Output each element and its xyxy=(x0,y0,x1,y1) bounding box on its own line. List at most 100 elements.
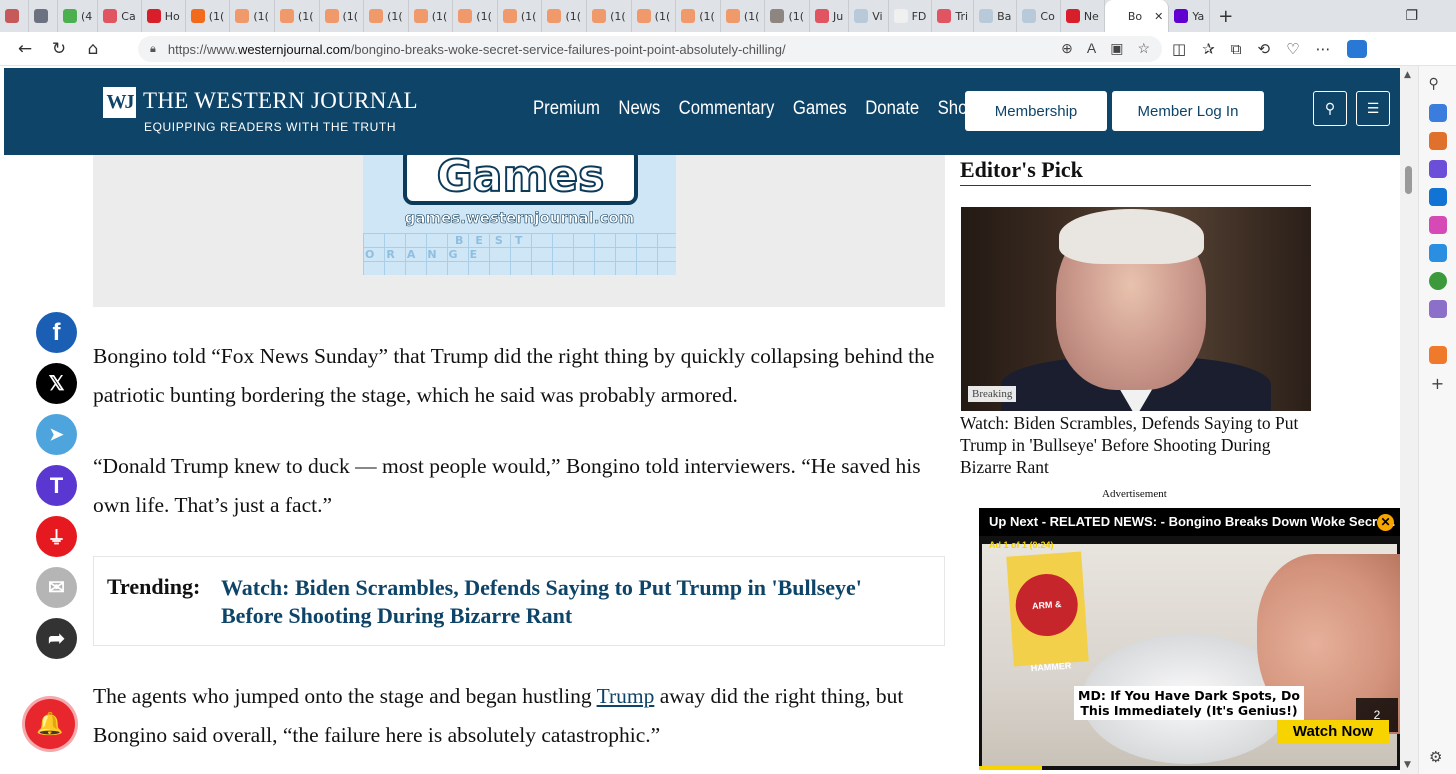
favorite-icon[interactable]: ☆ xyxy=(1137,40,1150,57)
games-icon[interactable] xyxy=(1428,300,1447,318)
favorites-list-icon[interactable]: ✰ xyxy=(1202,40,1215,58)
outlook-icon[interactable] xyxy=(1428,188,1447,206)
email-icon[interactable]: ✉ xyxy=(36,567,77,608)
facebook-icon[interactable]: f xyxy=(36,312,77,353)
browser-tab[interactable] xyxy=(0,0,29,32)
immersive-reader-icon[interactable]: ▣ xyxy=(1110,40,1123,57)
zoom-icon[interactable]: ⊕ xyxy=(1061,40,1073,57)
trump-link[interactable]: Trump xyxy=(597,684,655,708)
tools-icon[interactable] xyxy=(1428,132,1447,150)
reload-icon[interactable]: ↻ xyxy=(42,39,76,59)
browser-tab[interactable]: (1( xyxy=(721,0,766,32)
close-tab-icon[interactable]: ✕ xyxy=(1154,10,1163,23)
browser-tab[interactable]: (1( xyxy=(765,0,811,32)
shopping-icon[interactable] xyxy=(1428,104,1447,122)
browser-tab[interactable]: (1( xyxy=(453,0,498,32)
designer-icon[interactable] xyxy=(1428,216,1447,234)
microsoft-365-icon[interactable] xyxy=(1428,160,1447,178)
copilot-icon[interactable] xyxy=(1346,40,1367,58)
x-icon[interactable]: 𝕏 xyxy=(36,363,77,404)
trending-link[interactable]: Watch: Biden Scrambles, Defends Saying t… xyxy=(221,574,921,630)
browser-tab[interactable] xyxy=(29,0,58,32)
editors-pick-headline[interactable]: Watch: Biden Scrambles, Defends Saying t… xyxy=(960,412,1315,478)
browser-tab[interactable]: Vi xyxy=(849,0,889,32)
tree-icon[interactable] xyxy=(1428,272,1447,290)
telegram-icon[interactable]: ➤ xyxy=(36,414,77,455)
browser-tab[interactable]: (1( xyxy=(186,0,231,32)
browser-tab[interactable]: Bo ✕ xyxy=(1104,0,1170,32)
nav-news[interactable]: News xyxy=(618,98,660,120)
add-icon[interactable]: + xyxy=(1429,374,1447,393)
close-icon[interactable]: ✕ xyxy=(1377,514,1394,531)
site-logo[interactable]: WJ xyxy=(103,87,136,118)
tab-label: (1( xyxy=(342,9,359,23)
membership-button[interactable]: Membership xyxy=(965,91,1107,131)
browser-tab[interactable]: (1( xyxy=(409,0,454,32)
browser-tab[interactable]: Ca xyxy=(98,0,142,32)
lock-icon[interactable]: 🔒︎ xyxy=(150,43,156,56)
tab-favicon-icon xyxy=(5,9,19,23)
address-bar[interactable]: 🔒︎ https://www. westernjournal.com/bongin… xyxy=(138,36,1162,62)
browser-tab[interactable]: Ne xyxy=(1061,0,1105,32)
browser-tab[interactable]: (1( xyxy=(676,0,721,32)
scrollbar-thumb[interactable] xyxy=(1405,166,1412,194)
back-icon[interactable]: ← xyxy=(8,39,42,59)
browser-tab[interactable]: (1( xyxy=(498,0,543,32)
search-icon[interactable]: ⚲ xyxy=(1313,91,1347,126)
browser-tab[interactable]: (1( xyxy=(364,0,409,32)
more-icon[interactable]: ⋯ xyxy=(1316,40,1331,58)
tab-favicon-icon xyxy=(369,9,384,23)
main-nav: Premium News Commentary Games Donate Sho… xyxy=(533,98,977,120)
browser-tab[interactable]: (1( xyxy=(275,0,320,32)
editors-pick-image[interactable] xyxy=(961,207,1311,411)
browser-tab[interactable]: (1( xyxy=(230,0,275,32)
watch-now-button[interactable]: Watch Now xyxy=(1277,720,1389,744)
scroll-down-icon[interactable]: ▼ xyxy=(1404,760,1411,770)
read-aloud-icon[interactable]: A xyxy=(1087,40,1096,57)
nav-commentary[interactable]: Commentary xyxy=(679,98,775,120)
browser-tab[interactable]: (4 xyxy=(58,0,99,32)
tab-label: Ya xyxy=(1192,9,1205,23)
settings-icon[interactable]: ⚙ xyxy=(1429,748,1447,766)
browser-essentials-icon[interactable]: ♡ xyxy=(1286,40,1299,58)
notification-bell-icon[interactable]: 🔔 xyxy=(25,699,75,749)
browser-tab[interactable]: Ba xyxy=(974,0,1018,32)
new-tab-button[interactable]: + xyxy=(1210,6,1241,27)
browser-tab[interactable]: FD xyxy=(889,0,933,32)
send-icon[interactable] xyxy=(1428,244,1447,262)
search-icon[interactable]: ⚲ xyxy=(1429,76,1447,94)
games-ad[interactable]: Games games.westernjournal.com BEST ORAN… xyxy=(363,155,676,275)
member-login-button[interactable]: Member Log In xyxy=(1112,91,1264,131)
collections-icon[interactable]: ⧉ xyxy=(1231,40,1242,58)
browser-tab[interactable]: Tri xyxy=(932,0,975,32)
nav-premium[interactable]: Premium xyxy=(533,98,600,120)
browser-tab[interactable]: (1( xyxy=(542,0,588,32)
nav-donate[interactable]: Donate xyxy=(865,98,919,120)
tab-label: (1( xyxy=(565,9,582,23)
browser-tab[interactable]: (1( xyxy=(632,0,677,32)
tab-favicon-icon xyxy=(893,9,908,23)
ad-counter: Ad 1 of 1 (0:24) xyxy=(989,540,1054,550)
window-restore-icon[interactable]: ❐ xyxy=(1397,8,1426,24)
browser-tab[interactable]: Ho xyxy=(142,0,186,32)
url-prefix: https://www. xyxy=(167,41,238,57)
browser-tab[interactable]: Ju xyxy=(810,0,850,32)
page-scrollbar[interactable]: ▲ ▼ xyxy=(1400,66,1418,774)
home-icon[interactable]: ⌂ xyxy=(76,39,110,59)
bookmark-app-icon[interactable] xyxy=(1428,346,1447,364)
video-player[interactable]: Up Next - RELATED NEWS: - Bongino Breaks… xyxy=(979,508,1400,770)
share-icon[interactable]: ➦ xyxy=(36,618,77,659)
split-screen-icon[interactable]: ◫ xyxy=(1172,40,1186,58)
site-title[interactable]: THE WESTERN JOURNAL xyxy=(143,88,418,114)
browser-tab[interactable]: (1( xyxy=(587,0,632,32)
browser-tab[interactable]: Ya xyxy=(1169,0,1211,32)
history-icon[interactable]: ⟲ xyxy=(1257,40,1270,58)
browser-tab[interactable]: (1( xyxy=(320,0,365,32)
truth-social-icon[interactable]: T xyxy=(36,465,77,506)
menu-icon[interactable]: ☰ xyxy=(1356,91,1390,126)
scroll-up-icon[interactable]: ▲ xyxy=(1404,70,1411,80)
nav-games[interactable]: Games xyxy=(793,98,847,120)
tab-favicon-icon xyxy=(979,9,994,23)
browser-tab[interactable]: Co xyxy=(1017,0,1061,32)
gettr-icon[interactable]: ⏚ xyxy=(36,516,77,557)
